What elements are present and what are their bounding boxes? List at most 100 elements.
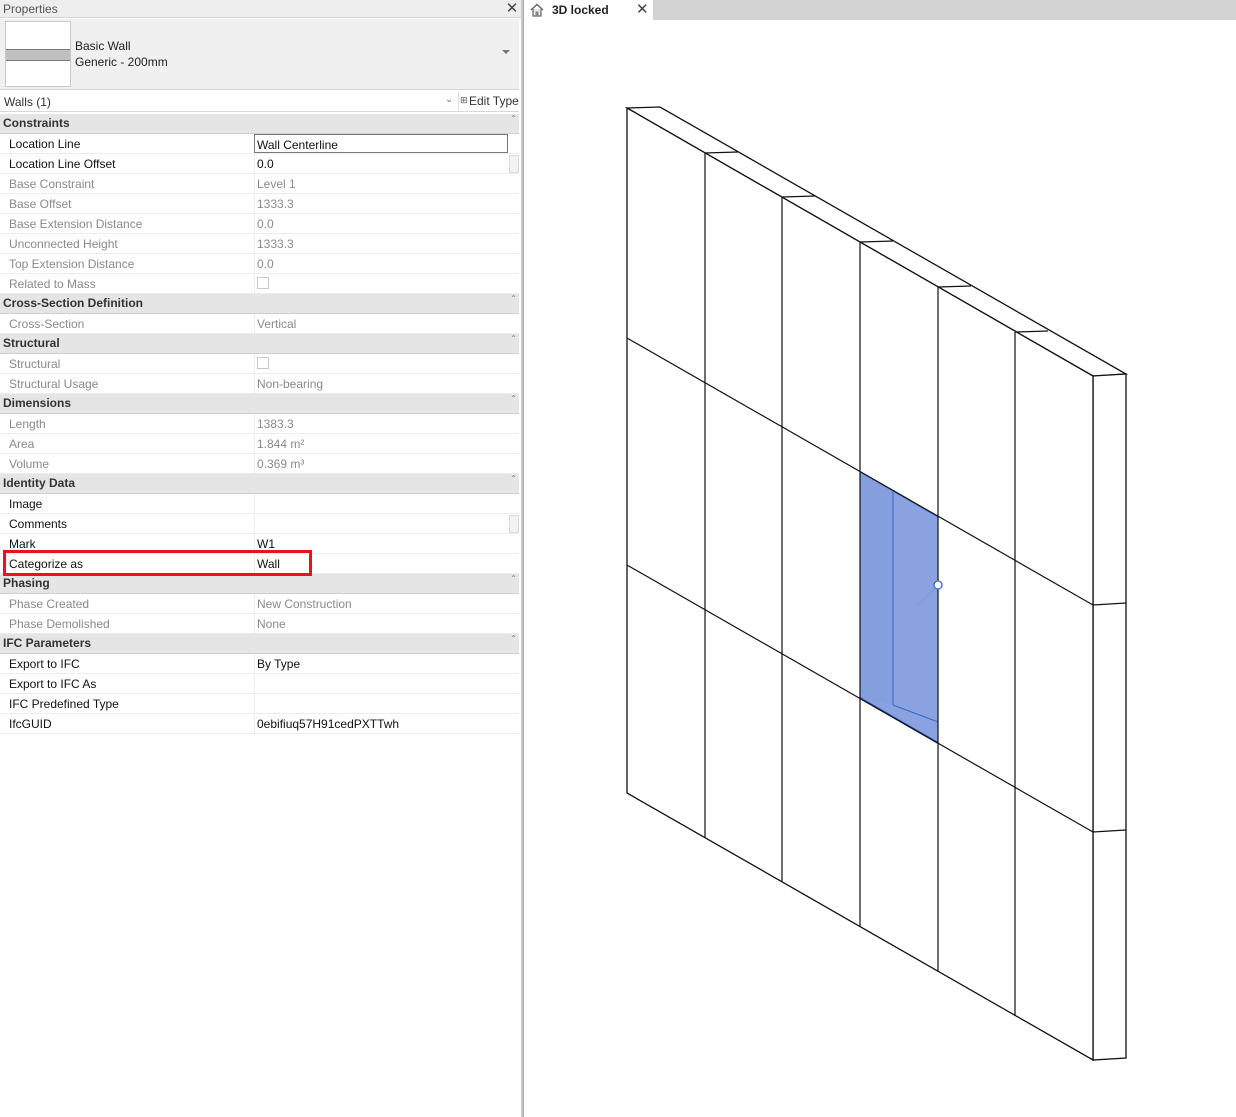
property-row[interactable]: Volume 0.369 m³: [0, 454, 519, 474]
chevron-down-icon[interactable]: ⌄: [445, 94, 453, 105]
property-row[interactable]: Export to IFC By Type: [0, 654, 519, 674]
group-header[interactable]: IFC Parameters ⌃: [0, 634, 519, 654]
property-value[interactable]: [254, 694, 509, 713]
collapse-icon[interactable]: ⌃: [510, 574, 517, 583]
property-row[interactable]: Comments: [0, 514, 519, 534]
collapse-icon[interactable]: ⌃: [510, 294, 517, 303]
property-row[interactable]: Location Line Wall Centerline: [0, 134, 519, 154]
group-header[interactable]: Identity Data ⌃: [0, 474, 519, 494]
wall-end-face[interactable]: [1092, 373, 1127, 1061]
group-header[interactable]: Dimensions ⌃: [0, 394, 519, 414]
properties-title-bar: Properties ✕: [0, 0, 521, 18]
property-value-text: New Construction: [257, 597, 352, 611]
type-name: Generic - 200mm: [75, 55, 168, 69]
property-name: Categorize as: [9, 557, 84, 571]
property-row[interactable]: Cross-Section Vertical: [0, 314, 519, 334]
collapse-icon[interactable]: ⌃: [510, 334, 517, 343]
view-tab-bar: 3D locked ✕: [525, 0, 1236, 21]
dropdown-arrow-icon[interactable]: [502, 50, 510, 54]
checkbox[interactable]: [257, 357, 269, 369]
property-name: Cross-Section: [9, 317, 85, 331]
collapse-icon[interactable]: ⌃: [510, 474, 517, 483]
type-selector[interactable]: Basic Wall Generic - 200mm: [0, 19, 519, 90]
property-value-text: 1333.3: [257, 197, 294, 211]
property-value-text: 0.0: [257, 157, 274, 171]
property-name: IFC Predefined Type: [9, 697, 119, 711]
property-name: Export to IFC As: [9, 677, 97, 691]
property-row[interactable]: IFC Predefined Type: [0, 694, 519, 714]
property-name: Base Extension Distance: [9, 217, 143, 231]
property-value: Non-bearing: [254, 374, 509, 393]
group-header[interactable]: Constraints ⌃: [0, 114, 519, 134]
collapse-icon[interactable]: ⌃: [510, 394, 517, 403]
property-row[interactable]: Phase Demolished None: [0, 614, 519, 634]
property-value-text: 1333.3: [257, 237, 294, 251]
property-value: 0.369 m³: [254, 454, 509, 473]
property-row[interactable]: Related to Mass: [0, 274, 519, 294]
property-value[interactable]: By Type: [254, 654, 509, 673]
property-row[interactable]: Structural Usage Non-bearing: [0, 374, 519, 394]
checkbox[interactable]: [257, 277, 269, 289]
value-button[interactable]: [509, 515, 519, 533]
property-row[interactable]: Top Extension Distance 0.0: [0, 254, 519, 274]
property-row[interactable]: Length 1383.3: [0, 414, 519, 434]
close-icon[interactable]: ✕: [504, 0, 520, 17]
group-header[interactable]: Phasing ⌃: [0, 574, 519, 594]
close-tab-icon[interactable]: ✕: [636, 0, 649, 18]
property-value: Level 1: [254, 174, 509, 193]
property-value[interactable]: Wall: [254, 554, 509, 573]
property-row[interactable]: Export to IFC As: [0, 674, 519, 694]
property-value: [254, 354, 509, 373]
group-name: Constraints: [3, 116, 70, 130]
group-name: IFC Parameters: [3, 636, 92, 650]
group-name: Phasing: [3, 576, 50, 590]
property-value[interactable]: [254, 494, 509, 513]
property-name: Export to IFC: [9, 657, 80, 671]
property-name: Area: [9, 437, 35, 451]
property-name: Structural Usage: [9, 377, 99, 391]
property-value[interactable]: [254, 514, 509, 533]
value-button[interactable]: [509, 155, 519, 173]
property-row[interactable]: Area 1.844 m²: [0, 434, 519, 454]
property-row[interactable]: Phase Created New Construction: [0, 594, 519, 614]
property-value[interactable]: 0ebifiuq57H91cedPXTTwh: [254, 714, 509, 733]
property-row[interactable]: Base Extension Distance 0.0: [0, 214, 519, 234]
property-value-text: Vertical: [257, 317, 297, 331]
3d-view-canvas[interactable]: [525, 20, 1236, 1117]
edit-type-button[interactable]: ⊞ Edit Type: [458, 92, 519, 111]
tab-3d-locked[interactable]: 3D locked ✕: [525, 0, 653, 21]
property-value-text: 0.0: [257, 217, 274, 231]
property-value[interactable]: [254, 674, 509, 693]
property-value: 1383.3: [254, 414, 509, 433]
property-row[interactable]: Structural: [0, 354, 519, 374]
property-value-text: Non-bearing: [257, 377, 324, 391]
property-value-text: W1: [257, 537, 275, 551]
group-name: Identity Data: [3, 476, 76, 490]
instance-filter[interactable]: Walls (1) ⌄ ⊞ Edit Type: [0, 92, 519, 112]
property-value-text: 1.844 m²: [257, 437, 305, 451]
wall-type-preview-icon: [5, 21, 71, 87]
selection-grip-icon[interactable]: [933, 580, 943, 590]
property-row[interactable]: IfcGUID 0ebifiuq57H91cedPXTTwh: [0, 714, 519, 734]
group-header[interactable]: Structural ⌃: [0, 334, 519, 354]
property-name: Phase Created: [9, 597, 90, 611]
property-value[interactable]: 0.0: [254, 154, 509, 173]
property-row[interactable]: Mark W1: [0, 534, 519, 554]
property-row[interactable]: Image: [0, 494, 519, 514]
collapse-icon[interactable]: ⌃: [510, 114, 517, 123]
collapse-icon[interactable]: ⌃: [510, 634, 517, 643]
property-row[interactable]: Base Offset 1333.3: [0, 194, 519, 214]
property-value-text: By Type: [257, 657, 301, 671]
property-value[interactable]: Wall Centerline: [254, 134, 508, 153]
property-row[interactable]: Unconnected Height 1333.3: [0, 234, 519, 254]
property-name: Image: [9, 497, 43, 511]
property-row[interactable]: Base Constraint Level 1: [0, 174, 519, 194]
property-row[interactable]: Categorize as Wall: [0, 554, 519, 574]
property-row[interactable]: Location Line Offset 0.0: [0, 154, 519, 174]
panel-splitter[interactable]: [521, 0, 524, 1117]
property-name: Top Extension Distance: [9, 257, 135, 271]
edit-type-label: Edit Type: [469, 94, 519, 108]
property-value-text: Wall: [257, 557, 280, 571]
property-value[interactable]: W1: [254, 534, 509, 553]
group-header[interactable]: Cross-Section Definition ⌃: [0, 294, 519, 314]
